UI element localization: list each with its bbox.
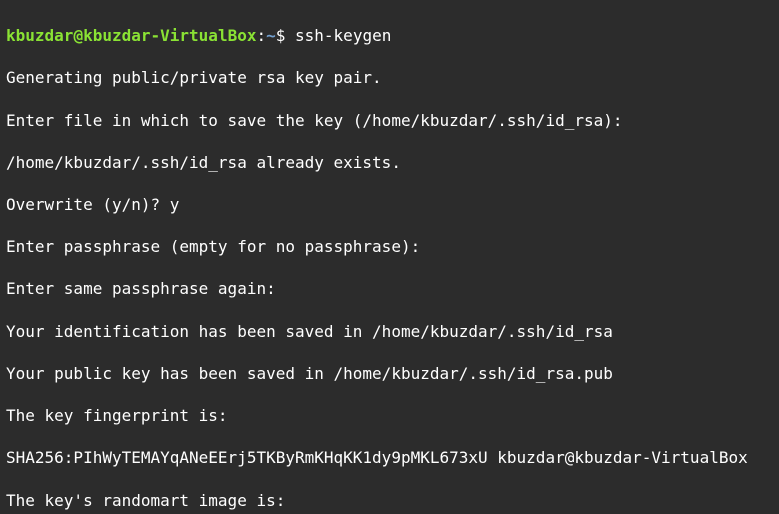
output-line: Overwrite (y/n)? y: [6, 194, 773, 215]
prompt-colon: :: [256, 26, 266, 45]
prompt-user: kbuzdar: [6, 26, 73, 45]
prompt-host: kbuzdar-VirtualBox: [83, 26, 256, 45]
output-line: SHA256:PIhWyTEMAYqANeEErj5TKByRmKHqKK1dy…: [6, 447, 773, 468]
output-line: Enter file in which to save the key (/ho…: [6, 110, 773, 131]
output-line: /home/kbuzdar/.ssh/id_rsa already exists…: [6, 152, 773, 173]
output-line: Your identification has been saved in /h…: [6, 321, 773, 342]
prompt-line-1: kbuzdar@kbuzdar-VirtualBox:~$ ssh-keygen: [6, 25, 773, 46]
prompt-dollar: $: [276, 26, 295, 45]
output-line: Enter same passphrase again:: [6, 278, 773, 299]
output-line: Generating public/private rsa key pair.: [6, 67, 773, 88]
prompt-at: @: [73, 26, 83, 45]
terminal-window[interactable]: kbuzdar@kbuzdar-VirtualBox:~$ ssh-keygen…: [0, 0, 779, 514]
output-line: The key's randomart image is:: [6, 490, 773, 511]
output-line: Enter passphrase (empty for no passphras…: [6, 236, 773, 257]
output-line: Your public key has been saved in /home/…: [6, 363, 773, 384]
prompt-path: ~: [266, 26, 276, 45]
output-line: The key fingerprint is:: [6, 405, 773, 426]
command-input: ssh-keygen: [295, 26, 391, 45]
